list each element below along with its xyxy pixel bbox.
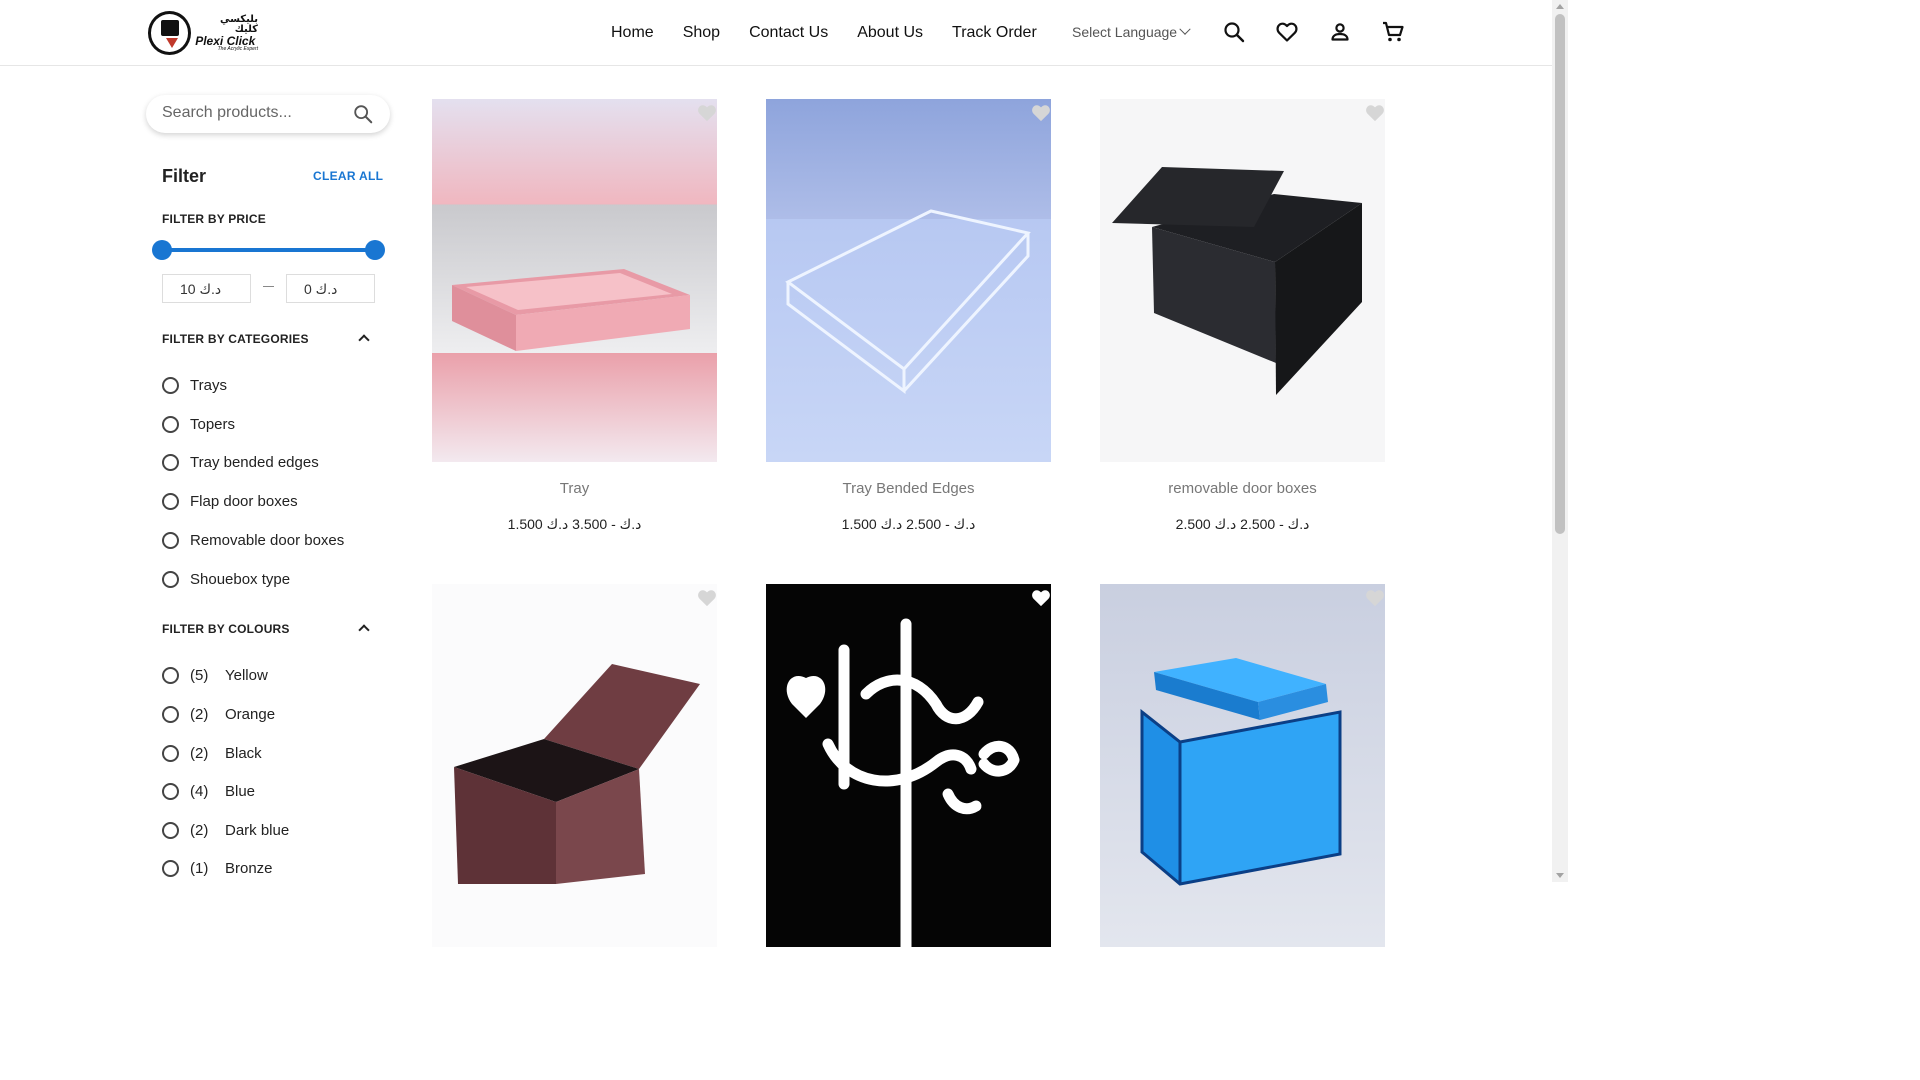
radio-button[interactable] [162,666,179,684]
price-slider-min-handle[interactable] [152,240,172,260]
account-icon[interactable] [1328,20,1352,44]
product-image[interactable] [1100,584,1385,947]
wishlist-heart-icon[interactable] [1365,104,1385,122]
product-card[interactable]: Tray 1.500 د.ك - 3.500 د.ك [432,99,717,539]
logo-english-name: Plexi Click [195,33,256,48]
product-image[interactable] [432,99,717,462]
category-option[interactable]: Flap door boxes [162,491,298,511]
price-max-field[interactable]: د.ك 0 [286,274,375,303]
filter-title: Filter [162,166,207,186]
product-image[interactable] [432,584,717,947]
radio-button[interactable] [162,453,179,471]
scroll-down-arrow-icon[interactable] [1556,873,1564,878]
category-option[interactable]: Trays [162,375,227,395]
product-name[interactable]: removable door boxes [1100,480,1385,497]
category-option[interactable]: Removable door boxes [162,530,344,550]
search-icon[interactable] [352,103,374,125]
wishlist-heart-icon[interactable] [697,104,717,122]
product-card[interactable] [766,584,1051,947]
nav-shop[interactable]: Shop [683,22,720,44]
product-card[interactable] [432,584,717,947]
logo-icon [148,11,192,55]
categories-filter-label: FILTER BY CATEGORIES [162,332,309,346]
product-price: 1.500 د.ك - 3.500 د.ك [507,516,642,532]
chevron-up-icon[interactable] [358,624,370,636]
radio-button[interactable] [162,570,179,588]
category-option[interactable]: Shouebox type [162,569,290,589]
radio-button[interactable] [162,821,179,839]
page-scrollbar[interactable] [1552,0,1568,882]
heart-icon[interactable] [1275,20,1299,44]
search-input[interactable] [162,104,342,122]
radio-button[interactable] [162,744,179,762]
product-image[interactable] [1100,99,1385,462]
radio-button[interactable] [162,782,179,800]
colour-option[interactable]: (2) Dark blue [162,820,289,840]
wishlist-heart-icon[interactable] [1365,589,1385,607]
scroll-up-arrow-icon[interactable] [1556,4,1564,9]
colour-option[interactable]: (2) Orange [162,704,275,724]
product-name[interactable]: Tray [432,480,717,497]
category-option[interactable]: Tray bended edges [162,452,319,472]
colour-option[interactable]: (4) Blue [162,781,255,801]
colour-option[interactable]: (2) Black [162,743,262,763]
nav-track-order[interactable]: Track Order [952,22,1037,44]
nav-contact-us[interactable]: Contact Us [749,22,828,44]
language-select-label: Select Language [1072,24,1178,40]
product-card[interactable]: Tray Bended Edges 1.500 د.ك - 2.500 د.ك [766,99,1051,539]
logo-tagline: The Acrylic Expert [217,45,258,52]
product-image[interactable] [766,584,1051,947]
chevron-down-icon [1179,23,1191,35]
product-price: 1.500 د.ك - 2.500 د.ك [841,516,976,532]
language-select[interactable]: Select Language [1072,23,1191,40]
scrollbar-thumb[interactable] [1555,14,1565,534]
product-card[interactable] [1100,584,1385,947]
price-filter-label: FILTER BY PRICE [162,212,266,226]
product-image[interactable] [766,99,1051,462]
nav-home[interactable]: Home [611,22,654,44]
site-header: بليكسي كليك Plexi Click The Acrylic Expe… [0,0,1552,66]
price-slider-track[interactable] [162,248,376,252]
colour-option[interactable]: (1) Bronze [162,858,273,878]
search-icon[interactable] [1222,20,1246,44]
wishlist-heart-icon[interactable] [697,589,717,607]
product-card[interactable]: removable door boxes 2.500 د.ك - 2.500 د… [1100,99,1385,539]
product-search [146,95,390,133]
radio-button[interactable] [162,415,179,433]
price-range-separator [263,286,274,287]
category-option[interactable]: Topers [162,414,235,434]
radio-button[interactable] [162,531,179,549]
cart-icon[interactable] [1381,20,1405,44]
radio-button[interactable] [162,705,179,723]
radio-button[interactable] [162,376,179,394]
nav-about-us[interactable]: About Us [857,22,923,44]
colours-filter-label: FILTER BY COLOURS [162,622,290,636]
price-min-field[interactable]: د.ك 10 [162,274,251,303]
wishlist-heart-icon[interactable] [1031,589,1051,607]
site-logo[interactable]: بليكسي كليك Plexi Click The Acrylic Expe… [148,10,258,56]
radio-button[interactable] [162,492,179,510]
product-price: 2.500 د.ك - 2.500 د.ك [1175,516,1310,532]
logo-arabic-name: بليكسي كليك [219,13,258,35]
main-nav: Home Shop Contact Us About Us Track Orde… [611,22,1066,44]
price-slider-max-handle[interactable] [365,240,385,260]
chevron-up-icon[interactable] [358,334,370,346]
wishlist-heart-icon[interactable] [1031,104,1051,122]
colour-option[interactable]: (5) Yellow [162,665,268,685]
clear-all-button[interactable]: CLEAR ALL [313,169,383,183]
product-name[interactable]: Tray Bended Edges [766,480,1051,497]
radio-button[interactable] [162,859,179,877]
